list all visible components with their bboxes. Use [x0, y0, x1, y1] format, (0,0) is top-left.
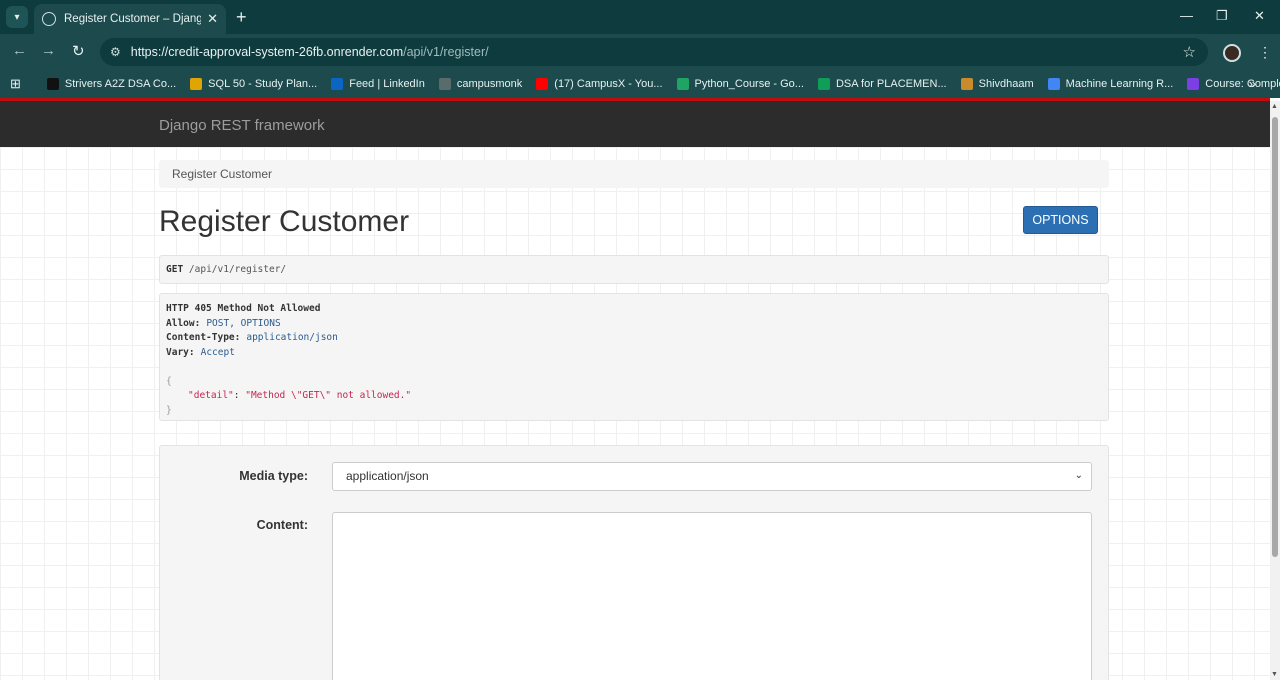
breadcrumb-item[interactable]: Register Customer: [172, 167, 272, 181]
request-method: GET: [166, 264, 184, 275]
chevron-down-icon: ⌄: [1074, 470, 1083, 481]
response-header-row: Allow: POST, OPTIONS: [166, 317, 1102, 332]
bookmark-item[interactable]: Machine Learning R...: [1047, 78, 1174, 90]
json-body-line: "detail": "Method \"GET\" not allowed.": [166, 389, 1102, 404]
bookmark-favicon-icon: [1047, 78, 1060, 90]
header-value: Accept: [200, 346, 235, 358]
json-value: "Method \"GET\" not allowed.": [245, 390, 412, 401]
tab-search-icon[interactable]: ▾: [6, 6, 28, 28]
header-key: Vary:: [166, 346, 195, 358]
json-open-brace: {: [166, 375, 172, 387]
bookmark-item[interactable]: Course: Complete P...: [1187, 78, 1280, 90]
bookmark-favicon-icon: [536, 78, 549, 90]
tab-strip: ▾ Register Customer – Django RE ✕ + — ❐ …: [0, 0, 1280, 34]
raw-data-form: Media type: application/json ⌄ Content:: [159, 445, 1109, 680]
bookmark-item[interactable]: Python_Course - Go...: [676, 78, 804, 90]
bookmark-favicon-icon: [817, 78, 830, 90]
profile-avatar[interactable]: [1223, 44, 1241, 62]
bookmark-item[interactable]: (17) CampusX - You...: [536, 78, 663, 90]
reload-icon[interactable]: ↻: [72, 42, 85, 60]
bookmark-label: Shivdhaam: [978, 78, 1034, 90]
bookmark-favicon-icon: [190, 78, 203, 90]
back-icon[interactable]: ←: [12, 42, 27, 59]
json-close-brace: }: [166, 404, 172, 416]
bookmark-favicon-icon: [438, 78, 451, 90]
url-path: /api/v1/register/: [403, 45, 489, 59]
bookmark-item[interactable]: Strivers A2Z DSA Co...: [46, 78, 177, 90]
forward-icon[interactable]: →: [41, 42, 56, 59]
header-value: application/json: [246, 332, 338, 343]
minimize-icon[interactable]: —: [1180, 8, 1193, 23]
url-host: https://credit-approval-system-26fb.onre…: [130, 45, 404, 59]
more-bookmarks-icon[interactable]: »: [1249, 76, 1256, 91]
bookmark-item[interactable]: Shivdhaam: [960, 78, 1034, 90]
navbar-brand[interactable]: Django REST framework: [159, 117, 325, 134]
bookmark-star-icon[interactable]: ☆: [1183, 43, 1196, 61]
scroll-up-icon[interactable]: ▲: [1271, 103, 1278, 110]
navbar: Django REST framework: [0, 101, 1270, 147]
bookmark-favicon-icon: [960, 78, 973, 90]
bookmark-label: campusmonk: [456, 78, 523, 90]
address-bar[interactable]: ⚙ https://credit-approval-system-26fb.on…: [100, 38, 1208, 66]
response-status: HTTP 405 Method Not Allowed: [166, 303, 321, 314]
header-key: Content-Type:: [166, 332, 241, 343]
content-label: Content:: [256, 518, 308, 532]
bookmark-label: DSA for PLACEMEN...: [835, 78, 947, 90]
site-info-icon[interactable]: ⚙: [110, 45, 121, 59]
close-window-icon[interactable]: ✕: [1254, 8, 1265, 24]
content-textarea[interactable]: [332, 512, 1092, 680]
globe-icon: [42, 12, 56, 26]
scroll-thumb[interactable]: [1272, 117, 1278, 557]
json-separator: :: [233, 390, 246, 401]
media-type-label: Media type:: [239, 469, 308, 483]
scroll-down-icon[interactable]: ▼: [1271, 671, 1278, 678]
bookmark-label: Strivers A2Z DSA Co...: [64, 78, 177, 90]
bookmark-label: SQL 50 - Study Plan...: [208, 78, 318, 90]
response-headers: Allow: POST, OPTIONS Content-Type: applicat…: [166, 317, 1102, 361]
bookmark-label: Feed | LinkedIn: [349, 78, 425, 90]
breadcrumb: Register Customer: [159, 160, 1109, 188]
bookmark-favicon-icon: [46, 78, 59, 90]
request-info: GET /api/v1/register/: [159, 255, 1109, 284]
header-key: Allow:: [166, 317, 201, 329]
header-value: POST, OPTIONS: [206, 317, 281, 329]
url-text[interactable]: https://credit-approval-system-26fb.onre…: [131, 45, 489, 59]
active-tab[interactable]: Register Customer – Django RE ✕: [34, 4, 226, 34]
request-path: /api/v1/register/: [188, 264, 287, 275]
bookmark-label: (17) CampusX - You...: [554, 78, 663, 90]
bookmark-favicon-icon: [331, 78, 344, 90]
response-info: HTTP 405 Method Not Allowed Allow: POST, …: [159, 293, 1109, 421]
bookmark-item[interactable]: SQL 50 - Study Plan...: [190, 78, 317, 90]
apps-grid-icon[interactable]: ⊞: [10, 76, 21, 92]
bookmark-label: Course: Complete P...: [1205, 78, 1280, 90]
browser-toolbar: ← → ↻ ⚙ https://credit-approval-system-2…: [0, 34, 1280, 70]
tab-title: Register Customer – Django RE: [64, 13, 202, 25]
bookmark-item[interactable]: DSA for PLACEMEN...: [817, 78, 947, 90]
restore-icon[interactable]: ❐: [1216, 8, 1228, 24]
new-tab-icon[interactable]: +: [236, 7, 247, 27]
bookmark-item[interactable]: Feed | LinkedIn: [331, 78, 425, 90]
bookmark-label: Python_Course - Go...: [694, 78, 804, 90]
bookmark-list: Strivers A2Z DSA Co... SQL 50 - Study Pla…: [46, 78, 1280, 90]
close-tab-icon[interactable]: ✕: [207, 11, 218, 27]
media-type-value: application/json: [346, 469, 429, 483]
page-scrollbar[interactable]: ▲ ▼: [1270, 101, 1280, 680]
media-type-select[interactable]: application/json ⌄: [332, 462, 1092, 491]
bookmark-favicon-icon: [1187, 78, 1200, 90]
bookmark-item[interactable]: campusmonk: [438, 78, 523, 90]
page-title: Register Customer: [159, 205, 410, 238]
options-button[interactable]: OPTIONS: [1023, 206, 1098, 234]
bookmark-label: Machine Learning R...: [1065, 78, 1174, 90]
bookmarks-bar: ⊞ Strivers A2Z DSA Co... SQL 50 - Study P…: [0, 70, 1280, 98]
json-key: "detail": [188, 390, 234, 401]
response-header-row: Content-Type: application/json: [166, 331, 1102, 346]
menu-icon[interactable]: ⋮: [1258, 44, 1272, 61]
response-header-row: Vary: Accept: [166, 346, 1102, 361]
bookmark-favicon-icon: [676, 78, 689, 90]
